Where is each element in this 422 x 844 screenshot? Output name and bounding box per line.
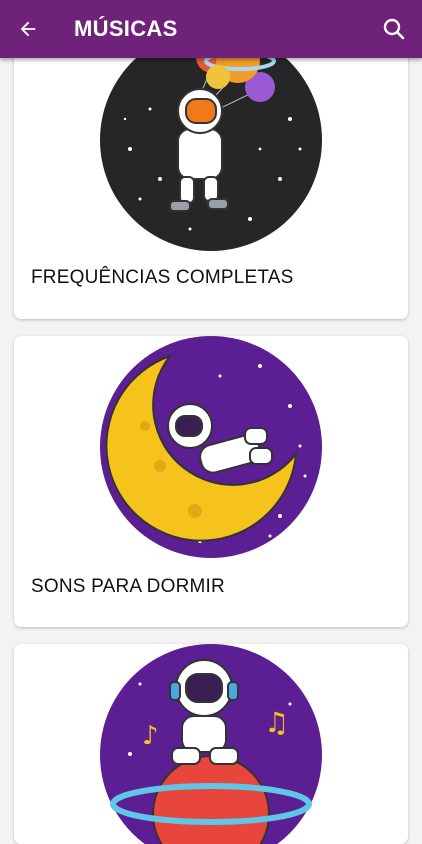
category-label: SONS PARA DORMIR — [31, 576, 225, 597]
astronaut-moon-image — [100, 336, 322, 558]
page-title: MÚSICAS — [74, 16, 178, 41]
arrow-left-icon — [20, 21, 36, 37]
astronaut-balloons-image — [100, 29, 322, 251]
category-label: FREQUÊNCIAS COMPLETAS — [31, 267, 294, 288]
category-card-sons-para-dormir[interactable]: SONS PARA DORMIR — [14, 336, 408, 627]
category-list: FREQUÊNCIAS COMPLETAS SONS PARA DORMIR ♪… — [0, 0, 422, 844]
back-button[interactable] — [12, 13, 44, 45]
svg-text:♪: ♪ — [142, 721, 159, 751]
search-icon — [383, 18, 405, 40]
app-bar: MÚSICAS — [0, 0, 422, 58]
category-card-3[interactable]: ♪ ♫ — [14, 644, 408, 844]
astronaut-headphones-image: ♪ ♫ — [100, 644, 322, 844]
svg-text:♫: ♫ — [264, 706, 289, 739]
search-button[interactable] — [378, 13, 410, 45]
